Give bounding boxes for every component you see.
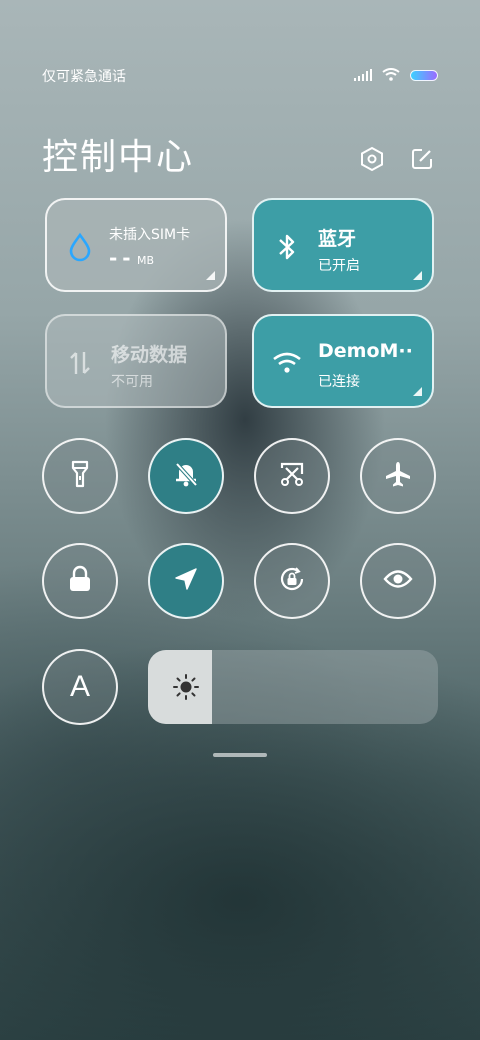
mobile-data-label: 移动数据 bbox=[111, 344, 188, 366]
reading-mode-toggle[interactable] bbox=[360, 543, 436, 619]
mobile-data-tile[interactable]: 移动数据 不可用 bbox=[45, 314, 227, 408]
rotation-lock-icon bbox=[277, 564, 307, 598]
bluetooth-status: 已开启 bbox=[318, 258, 360, 274]
sun-icon bbox=[172, 673, 200, 701]
settings-icon[interactable] bbox=[358, 145, 386, 173]
lock-icon bbox=[67, 564, 93, 598]
letter-a-icon: A bbox=[69, 670, 90, 703]
bell-off-icon bbox=[171, 459, 201, 493]
wifi-status: 已连接 bbox=[318, 374, 360, 390]
eye-icon bbox=[383, 568, 413, 594]
data-usage-value: - - bbox=[109, 246, 131, 270]
location-toggle[interactable] bbox=[148, 543, 224, 619]
expand-corner-icon bbox=[413, 387, 422, 396]
scissors-icon bbox=[278, 460, 306, 492]
signal-icon bbox=[354, 66, 372, 85]
wifi-network-name: DemoM·· bbox=[318, 340, 413, 362]
expand-corner-icon bbox=[413, 271, 422, 280]
carrier-status-text: 仅可紧急通话 bbox=[42, 68, 126, 84]
mute-toggle[interactable] bbox=[148, 438, 224, 514]
bluetooth-label: 蓝牙 bbox=[318, 228, 357, 250]
status-bar: 仅可紧急通话 bbox=[42, 60, 438, 90]
status-icons bbox=[354, 66, 438, 85]
wifi-icon bbox=[382, 66, 400, 85]
screenshot-toggle[interactable] bbox=[254, 438, 330, 514]
bluetooth-tile[interactable]: 蓝牙 已开启 bbox=[252, 198, 434, 292]
flashlight-icon bbox=[67, 459, 93, 493]
data-usage-tile[interactable]: 未插入SIM卡 - - MB bbox=[45, 198, 227, 292]
airplane-toggle[interactable] bbox=[360, 438, 436, 514]
battery-icon bbox=[410, 70, 438, 81]
water-drop-icon bbox=[65, 232, 95, 262]
header-actions bbox=[358, 145, 436, 173]
lock-toggle[interactable] bbox=[42, 543, 118, 619]
mobile-data-status: 不可用 bbox=[111, 374, 153, 390]
flashlight-toggle[interactable] bbox=[42, 438, 118, 514]
airplane-icon bbox=[383, 459, 413, 493]
expand-corner-icon bbox=[206, 271, 215, 280]
bluetooth-icon bbox=[272, 232, 302, 262]
wifi-icon bbox=[272, 348, 302, 378]
sim-status-label: 未插入SIM卡 bbox=[109, 227, 191, 243]
rotation-lock-toggle[interactable] bbox=[254, 543, 330, 619]
location-arrow-icon bbox=[172, 565, 200, 597]
brightness-slider[interactable] bbox=[148, 650, 438, 724]
drag-handle[interactable] bbox=[213, 753, 267, 757]
data-arrows-icon bbox=[65, 348, 95, 378]
auto-brightness-toggle[interactable]: A bbox=[42, 649, 118, 725]
edit-icon[interactable] bbox=[408, 145, 436, 173]
page-title: 控制中心 bbox=[42, 137, 195, 178]
wifi-tile[interactable]: DemoM·· 已连接 bbox=[252, 314, 434, 408]
data-usage-unit: MB bbox=[137, 254, 155, 267]
